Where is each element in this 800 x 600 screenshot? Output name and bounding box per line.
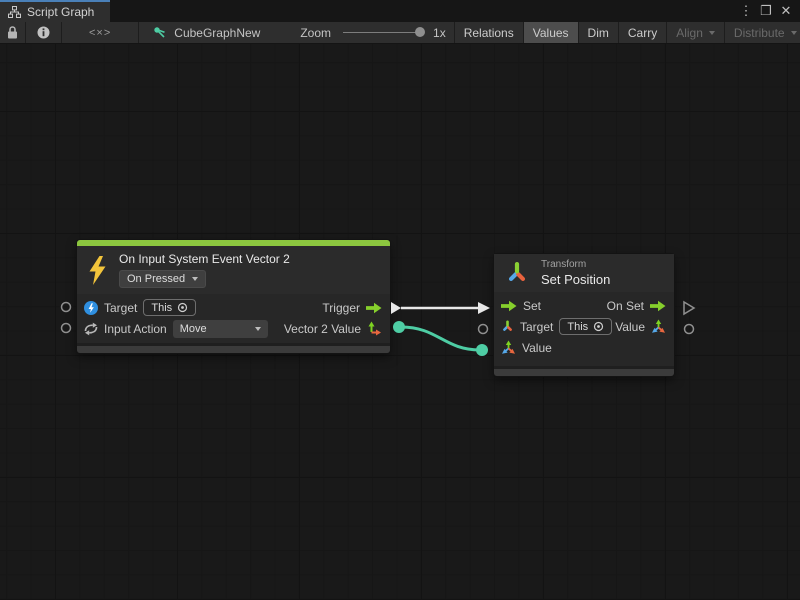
graph-toolbar: <×> CubeGraphNew Zoom 1x Relations Value…	[0, 22, 800, 44]
toolbar-button-distribute[interactable]: Distribute	[725, 22, 800, 43]
input-action-icon	[84, 322, 98, 336]
toolbar-button-align[interactable]: Align	[667, 22, 724, 43]
script-graph-window: Script Graph ⋮ ❐ ✕	[0, 0, 800, 600]
toolbar-button-relations[interactable]: Relations	[455, 22, 523, 43]
set-position-header: Transform Set Position	[494, 254, 674, 292]
trigger-port-label: Trigger	[322, 301, 360, 315]
zoom-slider[interactable]	[343, 32, 423, 33]
event-node-footer	[77, 343, 390, 353]
lock-button[interactable]	[0, 22, 25, 43]
target-port-label: Target	[104, 301, 137, 315]
flow-arrow-icon	[366, 302, 382, 314]
transform-mini-icon	[501, 320, 514, 333]
input-action-dropdown[interactable]: Move	[173, 320, 268, 338]
object-picker-icon	[177, 302, 188, 313]
script-graph-asset-icon	[153, 26, 167, 40]
code-preview-button[interactable]: <×>	[62, 22, 138, 43]
port-row-input-action: Input Action Move Vector 2 Value	[77, 318, 390, 339]
window-controls: ⋮ ❐ ✕	[738, 0, 800, 22]
set-position-body: Set On Set	[494, 292, 674, 366]
transform-icon	[504, 260, 530, 286]
node-transform-set-position[interactable]: Transform Set Position Set On Set	[494, 254, 674, 376]
set-position-footer	[494, 366, 674, 376]
caret-down-icon	[192, 277, 198, 281]
lightning-bolt-icon	[87, 256, 108, 285]
graph-breadcrumb[interactable]: CubeGraphNew	[139, 22, 272, 43]
vector2-output-label: Vector 2 Value	[284, 322, 361, 336]
port-row-target: Target This Trigger	[77, 297, 390, 318]
toolbar-button-dim[interactable]: Dim	[579, 22, 618, 43]
lock-icon	[7, 26, 18, 39]
zoom-value: 1x	[433, 26, 446, 40]
event-node-title: On Input System Event Vector 2	[119, 252, 290, 266]
vector3-type-icon	[501, 340, 516, 355]
toolbar-button-carry[interactable]: Carry	[619, 22, 666, 43]
hierarchy-graph-icon	[8, 6, 21, 18]
port-row-target: Target This Value	[494, 316, 674, 337]
close-icon[interactable]: ✕	[778, 3, 794, 19]
event-node-body: Target This Trigger	[77, 294, 390, 343]
value-output-label: Value	[615, 320, 645, 334]
tab-script-graph[interactable]: Script Graph	[0, 0, 110, 22]
info-icon	[37, 26, 50, 39]
target-port-label: Target	[520, 320, 553, 334]
title-bar: Script Graph ⋮ ❐ ✕	[0, 0, 800, 22]
value-input-label: Value	[522, 341, 552, 355]
input-action-port-label: Input Action	[104, 322, 167, 336]
info-button[interactable]	[26, 22, 61, 43]
port-row-value: Value	[494, 337, 674, 358]
target-this-chip[interactable]: This	[559, 318, 612, 335]
target-this-chip[interactable]: This	[143, 299, 196, 316]
zoom-slider-knob[interactable]	[415, 27, 425, 37]
tab-title: Script Graph	[27, 5, 94, 19]
event-type-dropdown[interactable]: On Pressed	[119, 270, 206, 288]
set-position-title: Set Position	[541, 272, 610, 287]
node-category-label: Transform	[541, 259, 610, 270]
caret-down-icon	[709, 31, 715, 35]
toolbar-button-values[interactable]: Values	[524, 22, 578, 43]
on-set-port-label: On Set	[607, 299, 644, 313]
caret-down-icon	[791, 31, 797, 35]
node-on-input-system-event-vector2[interactable]: On Input System Event Vector 2 On Presse…	[77, 240, 390, 353]
graph-name-label: CubeGraphNew	[174, 26, 260, 40]
object-picker-icon	[593, 321, 604, 332]
zoom-control: Zoom 1x	[300, 22, 453, 43]
event-target-icon	[84, 301, 98, 315]
maximize-icon[interactable]: ❐	[758, 3, 774, 19]
flow-arrow-icon	[501, 300, 517, 312]
zoom-label: Zoom	[300, 26, 331, 40]
port-row-set: Set On Set	[494, 295, 674, 316]
caret-down-icon	[255, 327, 261, 331]
event-node-header: On Input System Event Vector 2 On Presse…	[77, 246, 390, 294]
vector3-type-icon	[651, 319, 666, 334]
set-port-label: Set	[523, 299, 541, 313]
flow-arrow-icon	[650, 300, 666, 312]
vector2-type-icon	[367, 321, 382, 336]
code-icon: <×>	[89, 27, 111, 39]
menu-icon[interactable]: ⋮	[738, 3, 754, 19]
